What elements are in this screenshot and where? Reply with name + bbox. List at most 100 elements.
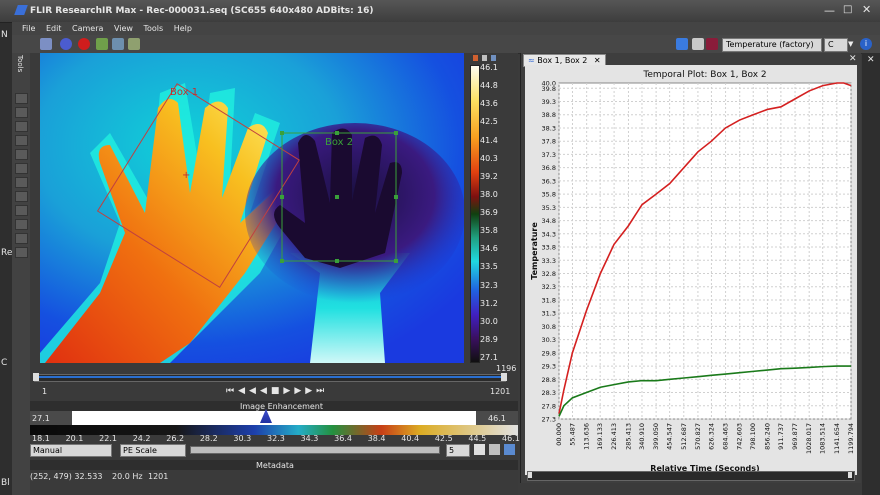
chevron-down-icon[interactable]: ▼ bbox=[848, 40, 853, 48]
x-tick-label: 570.827 bbox=[694, 423, 702, 450]
histogram-tick-label: 46.1 bbox=[502, 434, 520, 443]
box-tool-icon[interactable] bbox=[15, 121, 28, 132]
measure-mode-select[interactable]: Temperature (factory) bbox=[722, 38, 822, 52]
scale-tool-icon[interactable] bbox=[482, 55, 487, 61]
menu-view[interactable]: View bbox=[114, 24, 133, 33]
colorbar-label: 42.5 bbox=[480, 117, 498, 127]
settings-icon[interactable] bbox=[692, 38, 704, 50]
color-tool-icon[interactable] bbox=[15, 247, 28, 258]
snapshot-icon[interactable] bbox=[96, 38, 108, 50]
colorbar-label: 30.0 bbox=[480, 316, 498, 326]
zoom-tool-icon[interactable] bbox=[15, 205, 28, 216]
y-tick-label: 36.3 bbox=[542, 177, 556, 185]
metadata-header: Metadata bbox=[30, 460, 518, 470]
menu-file[interactable]: File bbox=[22, 24, 35, 33]
histogram-tick-label: 36.4 bbox=[334, 434, 352, 443]
x-tick-label: 226.413 bbox=[610, 423, 618, 450]
x-tick-label: 454.547 bbox=[666, 423, 674, 450]
y-tick-label: 37.3 bbox=[542, 151, 556, 159]
isotherm-tool-icon[interactable] bbox=[15, 233, 28, 244]
y-tick-label: 37.8 bbox=[542, 138, 556, 146]
range-tool-icon[interactable] bbox=[491, 55, 496, 61]
delete-tool-icon[interactable] bbox=[15, 191, 28, 202]
tools-strip: Tools bbox=[12, 53, 31, 495]
app-logo-icon bbox=[14, 5, 28, 15]
enhancement-mode-select[interactable]: Manual bbox=[30, 444, 112, 457]
window-title: FLIR ResearchIR Max - Rec-000031.seq (SC… bbox=[30, 6, 374, 16]
color-icon[interactable] bbox=[706, 38, 718, 50]
x-tick-label: 113.636 bbox=[583, 423, 591, 450]
record-icon[interactable] bbox=[78, 38, 90, 50]
status-fps: 20.0 Hz bbox=[112, 472, 143, 481]
spot-tool-icon[interactable] bbox=[15, 107, 28, 118]
enhancement-step-select[interactable]: 5 bbox=[446, 444, 470, 457]
export-icon[interactable] bbox=[128, 38, 140, 50]
line-tool-icon[interactable] bbox=[15, 149, 28, 160]
temporal-plot[interactable]: Temporal Plot: Box 1, Box 2 27.3 27.8 28.3 2… bbox=[525, 65, 857, 475]
enhancement-mode-value: Manual bbox=[33, 446, 63, 455]
timeline-progress bbox=[37, 376, 503, 378]
y-tick-label: 33.3 bbox=[542, 257, 556, 265]
x-tick-label: 911.737 bbox=[777, 423, 785, 450]
enhancement-scale-value: PE Scale bbox=[123, 446, 157, 455]
plot-scroll-left-handle[interactable] bbox=[528, 472, 532, 478]
close-icon[interactable]: ✕ bbox=[862, 3, 871, 16]
colorbar-label: 35.8 bbox=[480, 226, 498, 236]
histogram[interactable]: 27.1 46.1 bbox=[30, 411, 518, 425]
minimize-icon[interactable]: — bbox=[824, 4, 835, 17]
polygon-tool-icon[interactable] bbox=[15, 163, 28, 174]
x-tick-label: 55.487 bbox=[569, 423, 577, 446]
maximize-icon[interactable]: □ bbox=[843, 4, 852, 15]
measure-mode-value: Temperature (factory) bbox=[726, 40, 814, 49]
playback-icon[interactable] bbox=[112, 38, 124, 50]
recording-icon[interactable] bbox=[40, 38, 52, 50]
pan-tool-icon[interactable] bbox=[15, 219, 28, 230]
timeline-slider[interactable] bbox=[33, 373, 507, 382]
metadata-title: Metadata bbox=[256, 461, 294, 470]
timeline-start-handle[interactable] bbox=[33, 373, 39, 381]
timeline-end-handle[interactable] bbox=[501, 373, 507, 381]
pane-close-icon[interactable]: ✕ bbox=[849, 54, 857, 64]
plot-title: Temporal Plot: Box 1, Box 2 bbox=[642, 70, 766, 80]
next-frame-icon[interactable]: ▶▶ bbox=[294, 386, 316, 396]
unit-select[interactable]: C bbox=[824, 38, 848, 52]
thermal-image[interactable]: Box 1 + Box 2 bbox=[40, 53, 464, 363]
play-icon[interactable]: ▶ bbox=[283, 386, 294, 396]
plot-scrollbar[interactable] bbox=[527, 471, 855, 481]
menu-help[interactable]: Help bbox=[174, 24, 192, 33]
x-tick-label: 1199.794 bbox=[847, 423, 855, 454]
stop-icon[interactable]: ■ bbox=[271, 386, 284, 396]
auto-icon[interactable] bbox=[489, 444, 500, 455]
panel-close-icon[interactable]: ✕ bbox=[867, 55, 875, 65]
palette-tool-icon[interactable] bbox=[473, 55, 478, 61]
palette-icon[interactable] bbox=[676, 38, 688, 50]
plot-tab-close-icon[interactable]: ✕ bbox=[594, 56, 601, 65]
info-icon[interactable]: i bbox=[860, 38, 872, 50]
menu-camera[interactable]: Camera bbox=[72, 24, 103, 33]
prev-frame-icon[interactable]: ◀◀ bbox=[238, 386, 260, 396]
x-tick-label: 512.687 bbox=[680, 423, 688, 450]
enhancement-scale-select[interactable]: PE Scale bbox=[120, 444, 186, 457]
histogram-tick-label: 34.3 bbox=[300, 434, 319, 443]
first-frame-icon[interactable]: ⏮ bbox=[226, 386, 238, 396]
y-tick-label: 35.3 bbox=[542, 204, 556, 212]
ellipse-tool-icon[interactable] bbox=[15, 135, 28, 146]
plot-scroll-right-handle[interactable] bbox=[848, 472, 852, 478]
step-back-icon[interactable]: ◀ bbox=[260, 386, 271, 396]
last-frame-icon[interactable]: ⏭ bbox=[316, 386, 328, 396]
histogram-tick-label: 18.1 bbox=[32, 434, 50, 443]
lock-icon[interactable] bbox=[474, 444, 485, 455]
polyline-tool-icon[interactable] bbox=[15, 177, 28, 188]
gutter-letter-3: C bbox=[1, 358, 8, 368]
box1-label: Box 1 bbox=[170, 87, 198, 98]
toolbar: Temperature (factory) C ▼ i bbox=[12, 35, 880, 54]
apply-icon[interactable] bbox=[504, 444, 515, 455]
menu-edit[interactable]: Edit bbox=[46, 24, 62, 33]
y-axis-label: Temperature bbox=[530, 222, 539, 280]
enhancement-slider[interactable] bbox=[190, 446, 440, 454]
x-tick-label: 1083.514 bbox=[819, 423, 827, 454]
x-tick-label: 169.133 bbox=[596, 423, 604, 450]
select-tool-icon[interactable] bbox=[15, 93, 28, 104]
menu-tools[interactable]: Tools bbox=[143, 24, 163, 33]
camera-connect-icon[interactable] bbox=[60, 38, 72, 50]
